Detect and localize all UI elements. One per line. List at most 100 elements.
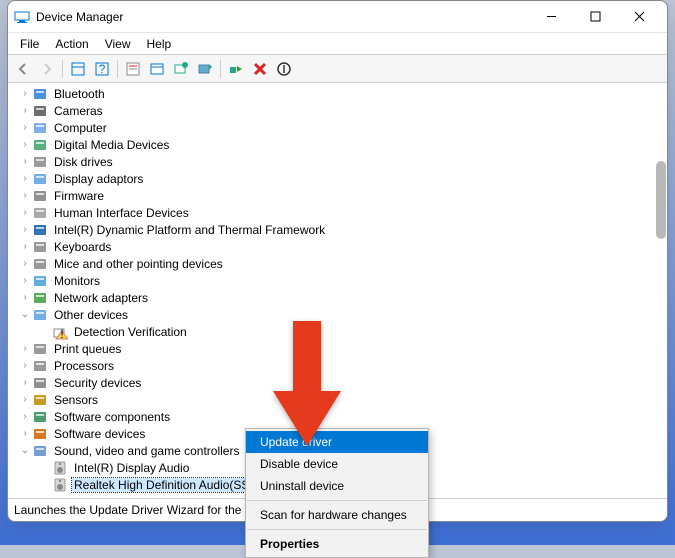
sound-icon [32, 443, 48, 459]
tree-node[interactable]: › Cameras [10, 102, 665, 119]
expand-icon[interactable]: › [18, 258, 32, 269]
context-menu-item[interactable]: Scan for hardware changes [246, 504, 428, 526]
expand-icon[interactable]: › [18, 377, 32, 388]
expand-icon[interactable]: › [18, 88, 32, 99]
tree-node-label: Sensors [52, 393, 100, 407]
context-menu-item[interactable]: Disable device [246, 453, 428, 475]
tree-node-label: Display adaptors [52, 172, 145, 186]
collapse-icon[interactable]: ⌄ [18, 445, 32, 456]
expand-icon[interactable]: › [18, 207, 32, 218]
help-button[interactable]: ? [91, 58, 113, 80]
menu-help[interactable]: Help [139, 35, 180, 53]
tree-node[interactable]: › Mice and other pointing devices [10, 255, 665, 272]
disk-icon [32, 154, 48, 170]
expand-icon[interactable]: › [18, 241, 32, 252]
print-icon [32, 341, 48, 357]
forward-button[interactable] [36, 58, 58, 80]
tree-node[interactable]: ›Monitors [10, 272, 665, 289]
software-icon [32, 409, 48, 425]
software-device-icon [32, 426, 48, 442]
minimize-button[interactable] [529, 2, 573, 32]
tree-node-label: Human Interface Devices [52, 206, 191, 220]
uninstall-button[interactable] [249, 58, 271, 80]
menu-file[interactable]: File [12, 35, 47, 53]
collapse-icon[interactable]: ⌄ [18, 309, 32, 320]
tree-node[interactable]: › Human Interface Devices [10, 204, 665, 221]
tree-node-label: Mice and other pointing devices [52, 257, 225, 271]
processor-icon [32, 358, 48, 374]
intel-icon [32, 222, 48, 238]
tree-node[interactable]: › Sensors [10, 391, 665, 408]
expand-icon[interactable]: › [18, 394, 32, 405]
tree-node[interactable]: ›Print queues [10, 340, 665, 357]
tree-node[interactable]: ›Processors [10, 357, 665, 374]
maximize-button[interactable] [573, 2, 617, 32]
expand-icon[interactable]: › [18, 428, 32, 439]
context-menu-separator [247, 500, 427, 501]
disable-button[interactable] [273, 58, 295, 80]
context-menu-item[interactable]: Update driver [246, 431, 428, 453]
firmware-icon [32, 188, 48, 204]
keyboard-icon [32, 239, 48, 255]
toolbar-sep [117, 60, 118, 78]
back-button[interactable] [12, 58, 34, 80]
tree-node-label: Disk drives [52, 155, 115, 169]
tree-node[interactable]: ›Security devices [10, 374, 665, 391]
tree-node[interactable]: ›Software components [10, 408, 665, 425]
enable-button[interactable] [225, 58, 247, 80]
expand-icon[interactable]: › [18, 139, 32, 150]
tree-node[interactable]: › Keyboards [10, 238, 665, 255]
tree-node[interactable]: › Bluetooth [10, 85, 665, 102]
tree-node[interactable]: ›Digital Media Devices [10, 136, 665, 153]
close-button[interactable] [617, 2, 661, 32]
tree-node[interactable]: › Intel(R) Dynamic Platform and Thermal F… [10, 221, 665, 238]
scan-hardware-button[interactable] [170, 58, 192, 80]
app-icon [14, 9, 30, 25]
tree-node[interactable]: › Disk drives [10, 153, 665, 170]
context-menu-separator [247, 529, 427, 530]
tree-node-label: Storage controllers [52, 495, 157, 497]
expand-icon[interactable]: › [18, 224, 32, 235]
svg-text:!: ! [60, 327, 63, 340]
tree-node-label: Firmware [52, 189, 106, 203]
expand-icon[interactable]: › [18, 343, 32, 354]
expand-icon[interactable]: › [18, 292, 32, 303]
expand-icon[interactable]: › [18, 105, 32, 116]
tree-node-label: Sound, video and game controllers [52, 444, 241, 458]
expand-icon[interactable]: › [18, 173, 32, 184]
context-menu-item[interactable]: Properties [246, 533, 428, 555]
tree-node[interactable]: ›Computer [10, 119, 665, 136]
show-hide-tree-button[interactable] [67, 58, 89, 80]
properties-button[interactable] [122, 58, 144, 80]
add-legacy-button[interactable] [146, 58, 168, 80]
svg-text:?: ? [99, 62, 106, 76]
expand-icon[interactable]: › [18, 122, 32, 133]
menubar: File Action View Help [8, 33, 667, 55]
expand-icon[interactable]: › [18, 190, 32, 201]
tree-node[interactable]: › Display adaptors [10, 170, 665, 187]
scrollbar-thumb[interactable] [656, 161, 666, 239]
context-menu-item[interactable]: Uninstall device [246, 475, 428, 497]
menu-view[interactable]: View [97, 35, 139, 53]
context-menu: Update driverDisable deviceUninstall dev… [245, 428, 429, 558]
tree-node-label: Cameras [52, 104, 105, 118]
toolbar-sep [62, 60, 63, 78]
toolbar: ? [8, 55, 667, 83]
sensor-icon [32, 392, 48, 408]
tree-node-label: Keyboards [52, 240, 113, 254]
tree-node-label: Detection Verification [72, 325, 189, 339]
menu-action[interactable]: Action [47, 35, 96, 53]
tree-node[interactable]: ! Detection Verification [10, 323, 665, 340]
expand-icon[interactable]: › [18, 411, 32, 422]
tree-node-label: Bluetooth [52, 87, 107, 101]
expand-icon[interactable]: › [18, 360, 32, 371]
status-text: Launches the Update Driver Wizard for th… [14, 503, 283, 517]
tree-node[interactable]: › Firmware [10, 187, 665, 204]
update-driver-button[interactable] [194, 58, 216, 80]
tree-node[interactable]: ›Network adapters [10, 289, 665, 306]
expand-icon[interactable]: › [18, 156, 32, 167]
tree-node[interactable]: ⌄Other devices [10, 306, 665, 323]
expand-icon[interactable]: › [18, 275, 32, 286]
tree-node-label: Intel(R) Dynamic Platform and Thermal Fr… [52, 223, 327, 237]
digital-media-icon [32, 137, 48, 153]
